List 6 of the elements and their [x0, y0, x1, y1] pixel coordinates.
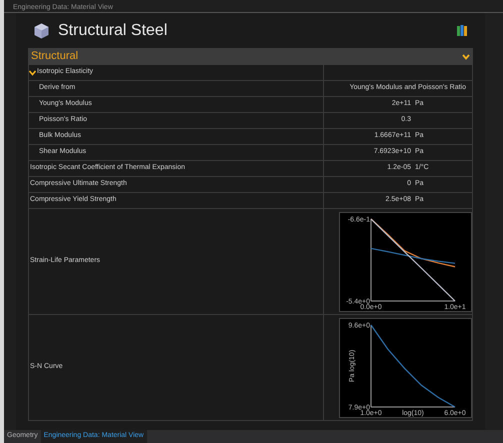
chevron-icon: [462, 54, 470, 60]
cube-icon: [34, 22, 49, 38]
section-header[interactable]: Structural: [28, 48, 473, 65]
library-icon: [457, 25, 467, 36]
material-title: Structural Steel: [58, 20, 168, 40]
chevron-icon: [29, 70, 36, 76]
